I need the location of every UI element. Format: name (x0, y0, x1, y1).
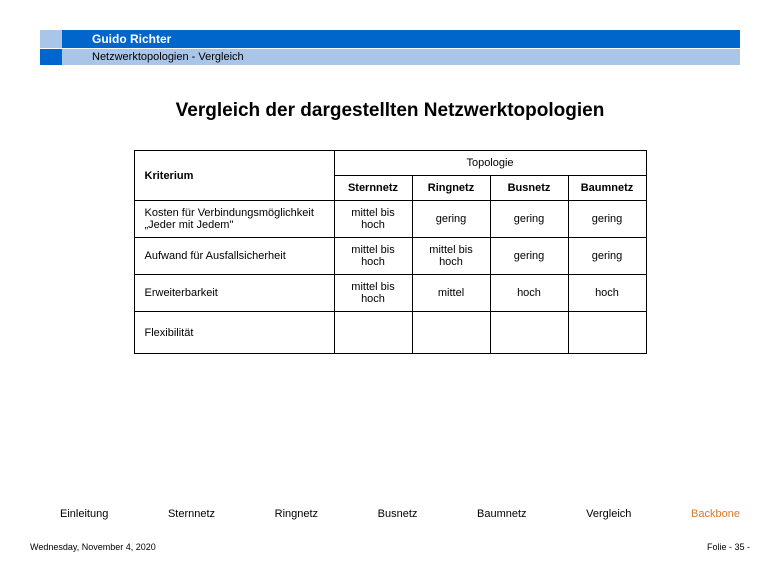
cell: gering (490, 201, 568, 238)
table-row: Aufwand für Ausfallsicherheit mittel bis… (134, 238, 646, 275)
cell: mittel bis hoch (412, 238, 490, 275)
footer-date: Wednesday, November 4, 2020 (30, 542, 156, 552)
nav-item-sternnetz[interactable]: Sternnetz (168, 508, 215, 520)
cell: mittel bis hoch (334, 238, 412, 275)
cell: mittel (412, 275, 490, 312)
cell: gering (412, 201, 490, 238)
cell: gering (568, 238, 646, 275)
nav-strip: Einleitung Sternnetz Ringnetz Busnetz Ba… (60, 508, 740, 520)
topology-group-header: Topologie (334, 151, 646, 176)
col-header: Ringnetz (412, 176, 490, 201)
comparison-table: Kriterium Topologie Sternnetz Ringnetz B… (134, 150, 647, 354)
nav-item-backbone[interactable]: Backbone (691, 508, 740, 520)
cell (334, 312, 412, 354)
table-row: Erweiterbarkeit mittel bis hoch mittel h… (134, 275, 646, 312)
cell (412, 312, 490, 354)
nav-item-baumnetz[interactable]: Baumnetz (477, 508, 527, 520)
nav-item-vergleich[interactable]: Vergleich (586, 508, 631, 520)
slide-main: Vergleich der dargestellten Netzwerktopo… (60, 100, 720, 354)
header-subtitle: Netzwerktopologien - Vergleich (40, 49, 740, 65)
cell: gering (490, 238, 568, 275)
row-label: Aufwand für Ausfallsicherheit (134, 238, 334, 275)
table-row: Kosten für Verbindungsmöglichkeit „Jeder… (134, 201, 646, 238)
col-header: Baumnetz (568, 176, 646, 201)
cell: mittel bis hoch (334, 275, 412, 312)
cell: hoch (490, 275, 568, 312)
nav-item-ringnetz[interactable]: Ringnetz (275, 508, 318, 520)
cell: hoch (568, 275, 646, 312)
col-header: Sternnetz (334, 176, 412, 201)
cell: mittel bis hoch (334, 201, 412, 238)
criterion-header: Kriterium (134, 151, 334, 201)
slide-header: Guido Richter Netzwerktopologien - Vergl… (40, 30, 740, 65)
cell: gering (568, 201, 646, 238)
table-row: Flexibilität (134, 312, 646, 354)
nav-item-busnetz[interactable]: Busnetz (378, 508, 418, 520)
cell (490, 312, 568, 354)
cell (568, 312, 646, 354)
row-label: Flexibilität (134, 312, 334, 354)
page-title: Vergleich der dargestellten Netzwerktopo… (60, 100, 720, 122)
footer-slide-number: Folie - 35 - (707, 542, 750, 552)
row-label: Erweiterbarkeit (134, 275, 334, 312)
nav-item-einleitung[interactable]: Einleitung (60, 508, 108, 520)
col-header: Busnetz (490, 176, 568, 201)
row-label: Kosten für Verbindungsmöglichkeit „Jeder… (134, 201, 334, 238)
header-author: Guido Richter (40, 30, 740, 48)
